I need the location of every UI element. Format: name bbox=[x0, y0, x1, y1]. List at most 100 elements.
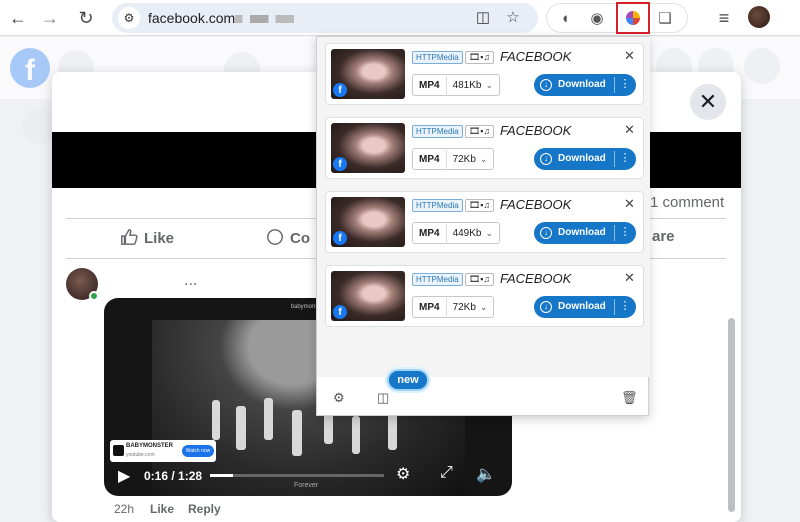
comment-more-button[interactable]: ... bbox=[184, 272, 197, 290]
format-label: MP4 bbox=[413, 150, 447, 170]
format-label: MP4 bbox=[413, 224, 447, 244]
comment-time[interactable]: 22h bbox=[114, 502, 134, 516]
chevron-down-icon: ⌄ bbox=[485, 80, 494, 90]
file-size: 481Kb bbox=[452, 80, 482, 91]
chevron-down-icon: ⌄ bbox=[485, 228, 494, 238]
download-button[interactable]: ↓ Download ⋮ bbox=[534, 74, 636, 96]
back-icon[interactable]: ← bbox=[6, 6, 30, 30]
install-app-icon[interactable]: ◫ bbox=[474, 9, 492, 27]
media-thumbnail: f bbox=[331, 197, 405, 247]
file-size: 72Kb bbox=[452, 154, 476, 165]
format-select[interactable]: MP4 449Kb ⌄ bbox=[412, 222, 501, 244]
divider bbox=[614, 151, 615, 167]
share-button[interactable]: are bbox=[652, 228, 675, 245]
url-path-blurred bbox=[235, 15, 310, 24]
profile-avatar[interactable] bbox=[748, 6, 770, 28]
url-text[interactable]: facebook.com bbox=[148, 10, 310, 26]
format-select[interactable]: MP4 72Kb ⌄ bbox=[412, 148, 495, 170]
media-item: f HTTPMedia 🎞▪♫ FACEBOOK ✕ MP4 449Kb ⌄ ↓ Do… bbox=[325, 191, 644, 253]
site-settings-icon[interactable]: ⚙ bbox=[118, 7, 140, 29]
facebook-badge-icon: f bbox=[333, 231, 347, 245]
download-icon: ↓ bbox=[540, 79, 552, 91]
download-label: Download bbox=[558, 153, 606, 164]
settings-gear-icon[interactable]: ⚙ bbox=[396, 464, 410, 484]
media-source: FACEBOOK bbox=[500, 123, 572, 138]
close-icon[interactable]: ✕ bbox=[624, 48, 635, 64]
video-downloader-extension-button[interactable] bbox=[616, 2, 650, 34]
more-options-icon[interactable]: ⋮ bbox=[618, 225, 632, 240]
divider bbox=[614, 225, 615, 241]
video-time: 0:16 / 1:28 bbox=[144, 469, 203, 483]
promo-title: BABYMONSTER bbox=[126, 443, 174, 449]
video-progress-fill bbox=[210, 474, 233, 477]
media-type-icon: 🎞▪♫ bbox=[465, 199, 494, 212]
download-icon: ↓ bbox=[540, 153, 552, 165]
forward-icon[interactable]: → bbox=[38, 6, 62, 30]
close-icon[interactable]: ✕ bbox=[690, 84, 726, 120]
chevron-down-icon: ⌄ bbox=[479, 154, 488, 164]
trash-icon[interactable]: 🗑 bbox=[621, 390, 638, 406]
fullscreen-icon[interactable]: ⤢ bbox=[440, 464, 453, 482]
grammarly-icon[interactable]: ◉ bbox=[587, 9, 607, 29]
extensions-puzzle-icon[interactable]: ❏ bbox=[655, 9, 675, 29]
extension-c-icon[interactable]: ◖ bbox=[555, 9, 575, 29]
dancer-figure bbox=[236, 406, 246, 450]
play-icon[interactable]: ▶ bbox=[118, 466, 130, 486]
sidebar-panel-icon[interactable]: ◫ bbox=[377, 390, 389, 406]
format-label: MP4 bbox=[413, 298, 447, 318]
divider bbox=[614, 77, 615, 93]
media-source: FACEBOOK bbox=[500, 197, 572, 212]
comment-count[interactable]: 1 comment bbox=[650, 194, 724, 211]
close-icon[interactable]: ✕ bbox=[624, 270, 635, 286]
media-list: f HTTPMedia 🎞▪♫ FACEBOOK ✕ MP4 481Kb ⌄ ↓ Do… bbox=[317, 37, 650, 377]
divider bbox=[614, 299, 615, 315]
more-options-icon[interactable]: ⋮ bbox=[618, 299, 632, 314]
comment-like-link[interactable]: Like bbox=[150, 502, 174, 516]
source-badge: HTTPMedia bbox=[412, 199, 463, 212]
more-options-icon[interactable]: ⋮ bbox=[618, 77, 632, 92]
download-icon: ↓ bbox=[540, 227, 552, 239]
format-select[interactable]: MP4 72Kb ⌄ bbox=[412, 296, 495, 318]
watch-now-button[interactable]: Watch now bbox=[182, 445, 214, 457]
dancer-figure bbox=[352, 416, 360, 454]
source-badge: HTTPMedia bbox=[412, 51, 463, 64]
video-progress-bar[interactable] bbox=[210, 474, 384, 477]
more-options-icon[interactable]: ⋮ bbox=[618, 151, 632, 166]
scrollbar[interactable] bbox=[728, 318, 735, 512]
new-feature-button[interactable]: new bbox=[387, 369, 429, 391]
facebook-badge-icon: f bbox=[333, 305, 347, 319]
download-button[interactable]: ↓ Download ⋮ bbox=[534, 222, 636, 244]
media-item: f HTTPMedia 🎞▪♫ FACEBOOK ✕ MP4 72Kb ⌄ ↓ Dow… bbox=[325, 265, 644, 327]
bookmark-star-icon[interactable]: ☆ bbox=[504, 9, 522, 27]
media-type-icon: 🎞▪♫ bbox=[465, 125, 494, 138]
downloader-popup: f HTTPMedia 🎞▪♫ FACEBOOK ✕ MP4 481Kb ⌄ ↓ Do… bbox=[316, 36, 650, 416]
thumbs-up-icon bbox=[121, 229, 138, 245]
comment-button[interactable]: Co bbox=[266, 228, 310, 247]
download-button[interactable]: ↓ Download ⋮ bbox=[534, 296, 636, 318]
online-status-dot bbox=[89, 291, 99, 301]
address-bar[interactable]: ⚙ facebook.com ◫ ☆ bbox=[112, 3, 538, 33]
download-button[interactable]: ↓ Download ⋮ bbox=[534, 148, 636, 170]
mute-icon[interactable]: 🔈 bbox=[476, 464, 496, 484]
close-icon[interactable]: ✕ bbox=[624, 122, 635, 138]
dancer-figure bbox=[264, 398, 273, 440]
media-item: f HTTPMedia 🎞▪♫ FACEBOOK ✕ MP4 481Kb ⌄ ↓ Do… bbox=[325, 43, 644, 105]
settings-gear-icon[interactable]: ⚙ bbox=[333, 390, 345, 406]
like-button[interactable]: Like bbox=[120, 228, 174, 247]
youtube-promo-card[interactable]: BABYMONSTER youtube.com Watch now bbox=[110, 440, 216, 462]
download-label: Download bbox=[558, 79, 606, 90]
close-icon[interactable]: ✕ bbox=[624, 196, 635, 212]
media-queue-icon[interactable]: ≡ bbox=[712, 6, 736, 30]
comment-reply-link[interactable]: Reply bbox=[188, 502, 221, 516]
format-select[interactable]: MP4 481Kb ⌄ bbox=[412, 74, 501, 96]
media-thumbnail: f bbox=[331, 271, 405, 321]
media-source: FACEBOOK bbox=[500, 271, 572, 286]
format-label: MP4 bbox=[413, 76, 447, 96]
source-badge: HTTPMedia bbox=[412, 273, 463, 286]
dancer-figure bbox=[292, 410, 302, 456]
source-badge: HTTPMedia bbox=[412, 125, 463, 138]
reload-icon[interactable]: ↻ bbox=[74, 6, 98, 30]
channel-logo-icon bbox=[113, 445, 124, 456]
media-item: f HTTPMedia 🎞▪♫ FACEBOOK ✕ MP4 72Kb ⌄ ↓ Dow… bbox=[325, 117, 644, 179]
file-size: 72Kb bbox=[452, 302, 476, 313]
